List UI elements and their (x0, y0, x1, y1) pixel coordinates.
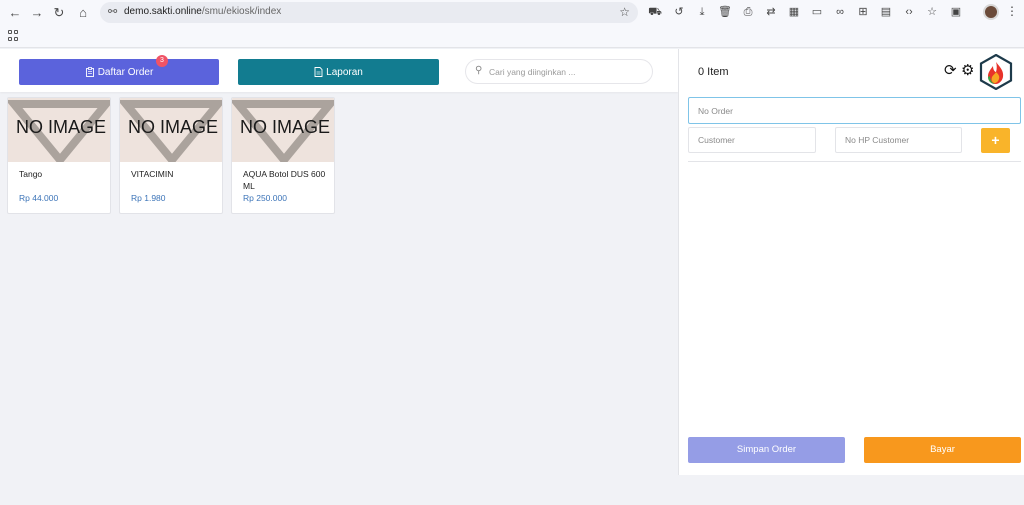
cart-item-count: 0 Item (698, 66, 729, 78)
product-image-placeholder: NO IMAGE (232, 98, 334, 162)
order-count-badge: 3 (156, 55, 168, 67)
code-icon[interactable]: ‹› (902, 5, 916, 19)
product-search[interactable]: ⚲ (465, 59, 653, 84)
product-image-placeholder: NO IMAGE (8, 98, 110, 162)
divider (688, 161, 1021, 162)
pay-button[interactable]: Bayar (864, 437, 1021, 463)
gear-icon[interactable]: ⚙ (961, 61, 974, 79)
product-image-placeholder: NO IMAGE (120, 98, 222, 162)
report-button[interactable]: Laporan (238, 59, 439, 85)
order-list-button[interactable]: Daftar Order 3 (19, 55, 219, 85)
car-icon[interactable]: ⛟ (648, 5, 662, 19)
customer-input[interactable] (688, 127, 816, 153)
customer-phone-input[interactable] (835, 127, 962, 153)
translate-icon[interactable]: ⇄ (764, 5, 778, 19)
search-icon: ⚲ (475, 65, 483, 76)
app-logo (979, 54, 1013, 90)
reader-mode-icon[interactable]: ▭ (810, 5, 824, 19)
history-icon[interactable]: ↺ (672, 5, 686, 19)
reload-icon[interactable]: ↻ (50, 4, 68, 22)
apps-grid-icon[interactable] (8, 30, 19, 41)
document-icon (314, 67, 323, 77)
no-image-text: NO IMAGE (128, 117, 219, 137)
product-card-aqua[interactable]: NO IMAGE AQUA Botol DUS 600 ML Rp 250.00… (231, 97, 335, 214)
download-icon[interactable]: ⤓ (695, 5, 709, 19)
forward-icon[interactable]: → (28, 4, 46, 22)
bookmarks-icon[interactable]: ☆ (925, 5, 939, 19)
product-name: VITACIMIN (131, 169, 174, 179)
order-number-input[interactable] (688, 97, 1021, 124)
layout-icon[interactable]: ▤ (879, 5, 893, 19)
clipboard-icon (85, 67, 94, 77)
cart-panel: 0 Item ⟳ ⚙ + Simpan Order Bayar (678, 49, 1024, 475)
product-price: Rp 250.000 (243, 193, 287, 203)
product-name: AQUA Botol DUS 600 ML (243, 169, 326, 191)
product-card-vitacimin[interactable]: NO IMAGE VITACIMIN Rp 1.980 (119, 97, 223, 214)
no-image-text: NO IMAGE (240, 117, 331, 137)
link-icon[interactable]: ∞ (833, 5, 847, 19)
site-info-icon[interactable]: ⚯ (108, 5, 117, 18)
print-icon[interactable]: ⎙ (741, 5, 755, 19)
back-icon[interactable]: ← (6, 4, 24, 22)
product-price: Rp 44.000 (19, 193, 59, 203)
trash-icon[interactable]: 🗑 (718, 5, 732, 19)
qr-code-icon[interactable]: ▦ (787, 5, 801, 19)
address-bar[interactable]: ⚯ demo.sakti.online/smu/ekiosk/index ☆ (100, 2, 638, 23)
report-label: Laporan (326, 66, 363, 78)
product-price: Rp 1.980 (131, 193, 166, 203)
browser-chrome: ← → ↻ ⌂ ⚯ demo.sakti.online/smu/ekiosk/i… (0, 0, 1024, 48)
browser-menu-icon[interactable]: ⋮ (1006, 4, 1018, 18)
order-list-label: Daftar Order (97, 66, 154, 78)
product-name: Tango (19, 169, 43, 179)
profile-avatar[interactable] (983, 4, 999, 20)
add-customer-button[interactable]: + (981, 128, 1010, 153)
address-url[interactable]: demo.sakti.online/smu/ekiosk/index (124, 6, 281, 17)
no-image-text: NO IMAGE (16, 117, 107, 137)
product-card-tango[interactable]: NO IMAGE Tango Rp 44.000 (7, 97, 111, 214)
search-input[interactable] (489, 64, 647, 80)
qr-scan-icon[interactable]: ⊞ (856, 5, 870, 19)
side-panel-icon[interactable]: ▣ (949, 5, 963, 19)
bookmark-star-icon[interactable]: ☆ (619, 5, 630, 19)
app-toolbar: Daftar Order 3 Laporan ⚲ (0, 49, 678, 92)
refresh-icon[interactable]: ⟳ (944, 61, 957, 79)
home-icon[interactable]: ⌂ (74, 4, 92, 22)
save-order-button[interactable]: Simpan Order (688, 437, 845, 463)
